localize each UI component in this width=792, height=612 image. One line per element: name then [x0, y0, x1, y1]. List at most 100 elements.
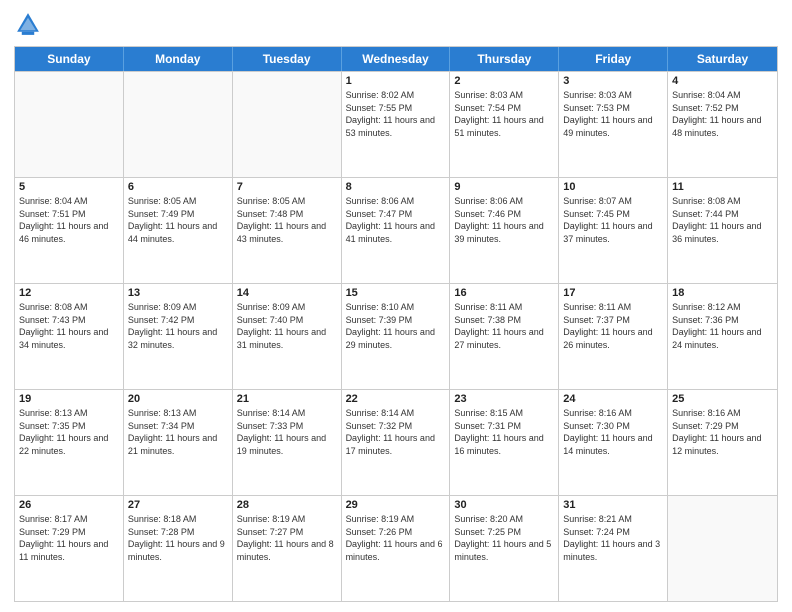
- day-cell-19: 19Sunrise: 8:13 AM Sunset: 7:35 PM Dayli…: [15, 390, 124, 495]
- day-number: 29: [346, 499, 446, 511]
- day-info: Sunrise: 8:03 AM Sunset: 7:54 PM Dayligh…: [454, 89, 554, 139]
- day-number: 5: [19, 181, 119, 193]
- day-of-week-tuesday: Tuesday: [233, 47, 342, 71]
- day-cell-6: 6 Sunrise: 8:05 AM Sunset: 7:49 PM Daylig…: [124, 178, 233, 283]
- empty-cell-4-6: [668, 496, 777, 601]
- day-of-week-wednesday: Wednesday: [342, 47, 451, 71]
- day-number: 10: [563, 181, 663, 193]
- day-number: 31: [563, 499, 663, 511]
- day-cell-8: 8Sunrise: 8:06 AM Sunset: 7:47 PM Daylig…: [342, 178, 451, 283]
- day-info: Sunrise: 8:19 AM Sunset: 7:26 PM Dayligh…: [346, 513, 446, 563]
- day-number: 13: [128, 287, 228, 299]
- page-container: SundayMondayTuesdayWednesdayThursdayFrid…: [0, 0, 792, 612]
- day-cell-5: 5 Sunrise: 8:04 AM Sunset: 7:51 PM Daylig…: [15, 178, 124, 283]
- week-row-3: 12 Sunrise: 8:08 AM Sunset: 7:43 PM Dayli…: [15, 283, 777, 389]
- day-cell-12: 12 Sunrise: 8:08 AM Sunset: 7:43 PM Dayli…: [15, 284, 124, 389]
- day-info: Sunrise: 8:05 AM Sunset: 7:48 PM Dayligh…: [237, 195, 337, 245]
- day-cell-11: 11 Sunrise: 8:08 AM Sunset: 7:44 PM Dayli…: [668, 178, 777, 283]
- day-number: 17: [563, 287, 663, 299]
- day-of-week-monday: Monday: [124, 47, 233, 71]
- day-cell-25: 25 Sunrise: 8:16 AM Sunset: 7:29 PM Dayli…: [668, 390, 777, 495]
- day-cell-18: 18 Sunrise: 8:12 AM Sunset: 7:36 PM Dayli…: [668, 284, 777, 389]
- day-info: Sunrise: 8:13 AM Sunset: 7:34 PM Dayligh…: [128, 407, 228, 457]
- day-cell-1: 1 Sunrise: 8:02 AM Sunset: 7:55 PM Daylig…: [342, 72, 451, 177]
- day-number: 6: [128, 181, 228, 193]
- day-number: 25: [672, 393, 773, 405]
- day-number: 20: [128, 393, 228, 405]
- empty-cell-0-2: [233, 72, 342, 177]
- day-number: 23: [454, 393, 554, 405]
- day-of-week-thursday: Thursday: [450, 47, 559, 71]
- day-cell-26: 26 Sunrise: 8:17 AM Sunset: 7:29 PM Dayli…: [15, 496, 124, 601]
- logo: [14, 10, 46, 38]
- day-number: 7: [237, 181, 337, 193]
- day-number: 18: [672, 287, 773, 299]
- day-number: 12: [19, 287, 119, 299]
- day-number: 11: [672, 181, 773, 193]
- day-cell-27: 27Sunrise: 8:18 AM Sunset: 7:28 PM Dayli…: [124, 496, 233, 601]
- day-cell-21: 21 Sunrise: 8:14 AM Sunset: 7:33 PM Dayli…: [233, 390, 342, 495]
- day-cell-16: 16 Sunrise: 8:11 AM Sunset: 7:38 PM Dayli…: [450, 284, 559, 389]
- day-info: Sunrise: 8:14 AM Sunset: 7:33 PM Dayligh…: [237, 407, 337, 457]
- day-info: Sunrise: 8:06 AM Sunset: 7:46 PM Dayligh…: [454, 195, 554, 245]
- day-info: Sunrise: 8:16 AM Sunset: 7:30 PM Dayligh…: [563, 407, 663, 457]
- day-cell-20: 20 Sunrise: 8:13 AM Sunset: 7:34 PM Dayli…: [124, 390, 233, 495]
- day-info: Sunrise: 8:02 AM Sunset: 7:55 PM Dayligh…: [346, 89, 446, 139]
- day-cell-2: 2 Sunrise: 8:03 AM Sunset: 7:54 PM Daylig…: [450, 72, 559, 177]
- day-info: Sunrise: 8:12 AM Sunset: 7:36 PM Dayligh…: [672, 301, 773, 351]
- day-number: 24: [563, 393, 663, 405]
- day-info: Sunrise: 8:16 AM Sunset: 7:29 PM Dayligh…: [672, 407, 773, 457]
- logo-icon: [14, 10, 42, 38]
- day-cell-4: 4 Sunrise: 8:04 AM Sunset: 7:52 PM Daylig…: [668, 72, 777, 177]
- day-info: Sunrise: 8:21 AM Sunset: 7:24 PM Dayligh…: [563, 513, 663, 563]
- day-number: 21: [237, 393, 337, 405]
- day-number: 4: [672, 75, 773, 87]
- day-cell-28: 28 Sunrise: 8:19 AM Sunset: 7:27 PM Dayli…: [233, 496, 342, 601]
- day-of-week-saturday: Saturday: [668, 47, 777, 71]
- day-info: Sunrise: 8:04 AM Sunset: 7:52 PM Dayligh…: [672, 89, 773, 139]
- day-info: Sunrise: 8:08 AM Sunset: 7:44 PM Dayligh…: [672, 195, 773, 245]
- week-row-4: 19Sunrise: 8:13 AM Sunset: 7:35 PM Dayli…: [15, 389, 777, 495]
- day-info: Sunrise: 8:13 AM Sunset: 7:35 PM Dayligh…: [19, 407, 119, 457]
- day-info: Sunrise: 8:06 AM Sunset: 7:47 PM Dayligh…: [346, 195, 446, 245]
- day-number: 14: [237, 287, 337, 299]
- day-info: Sunrise: 8:15 AM Sunset: 7:31 PM Dayligh…: [454, 407, 554, 457]
- day-info: Sunrise: 8:10 AM Sunset: 7:39 PM Dayligh…: [346, 301, 446, 351]
- header: [14, 10, 778, 38]
- day-number: 26: [19, 499, 119, 511]
- day-info: Sunrise: 8:20 AM Sunset: 7:25 PM Dayligh…: [454, 513, 554, 563]
- day-info: Sunrise: 8:19 AM Sunset: 7:27 PM Dayligh…: [237, 513, 337, 563]
- day-cell-14: 14 Sunrise: 8:09 AM Sunset: 7:40 PM Dayli…: [233, 284, 342, 389]
- day-cell-24: 24 Sunrise: 8:16 AM Sunset: 7:30 PM Dayli…: [559, 390, 668, 495]
- day-info: Sunrise: 8:08 AM Sunset: 7:43 PM Dayligh…: [19, 301, 119, 351]
- day-info: Sunrise: 8:11 AM Sunset: 7:37 PM Dayligh…: [563, 301, 663, 351]
- day-cell-29: 29 Sunrise: 8:19 AM Sunset: 7:26 PM Dayli…: [342, 496, 451, 601]
- day-number: 28: [237, 499, 337, 511]
- day-cell-7: 7 Sunrise: 8:05 AM Sunset: 7:48 PM Daylig…: [233, 178, 342, 283]
- day-info: Sunrise: 8:11 AM Sunset: 7:38 PM Dayligh…: [454, 301, 554, 351]
- day-number: 15: [346, 287, 446, 299]
- day-info: Sunrise: 8:09 AM Sunset: 7:40 PM Dayligh…: [237, 301, 337, 351]
- day-info: Sunrise: 8:05 AM Sunset: 7:49 PM Dayligh…: [128, 195, 228, 245]
- day-number: 9: [454, 181, 554, 193]
- day-number: 22: [346, 393, 446, 405]
- day-info: Sunrise: 8:18 AM Sunset: 7:28 PM Dayligh…: [128, 513, 228, 563]
- day-info: Sunrise: 8:03 AM Sunset: 7:53 PM Dayligh…: [563, 89, 663, 139]
- day-info: Sunrise: 8:04 AM Sunset: 7:51 PM Dayligh…: [19, 195, 119, 245]
- day-info: Sunrise: 8:14 AM Sunset: 7:32 PM Dayligh…: [346, 407, 446, 457]
- day-of-week-sunday: Sunday: [15, 47, 124, 71]
- day-number: 1: [346, 75, 446, 87]
- day-cell-3: 3Sunrise: 8:03 AM Sunset: 7:53 PM Daylig…: [559, 72, 668, 177]
- day-cell-30: 30 Sunrise: 8:20 AM Sunset: 7:25 PM Dayli…: [450, 496, 559, 601]
- week-row-1: 1 Sunrise: 8:02 AM Sunset: 7:55 PM Daylig…: [15, 71, 777, 177]
- day-cell-23: 23 Sunrise: 8:15 AM Sunset: 7:31 PM Dayli…: [450, 390, 559, 495]
- day-cell-31: 31 Sunrise: 8:21 AM Sunset: 7:24 PM Dayli…: [559, 496, 668, 601]
- day-number: 30: [454, 499, 554, 511]
- day-cell-13: 13Sunrise: 8:09 AM Sunset: 7:42 PM Dayli…: [124, 284, 233, 389]
- day-number: 2: [454, 75, 554, 87]
- day-of-week-friday: Friday: [559, 47, 668, 71]
- empty-cell-0-0: [15, 72, 124, 177]
- day-number: 16: [454, 287, 554, 299]
- calendar-header: SundayMondayTuesdayWednesdayThursdayFrid…: [15, 47, 777, 71]
- day-info: Sunrise: 8:17 AM Sunset: 7:29 PM Dayligh…: [19, 513, 119, 563]
